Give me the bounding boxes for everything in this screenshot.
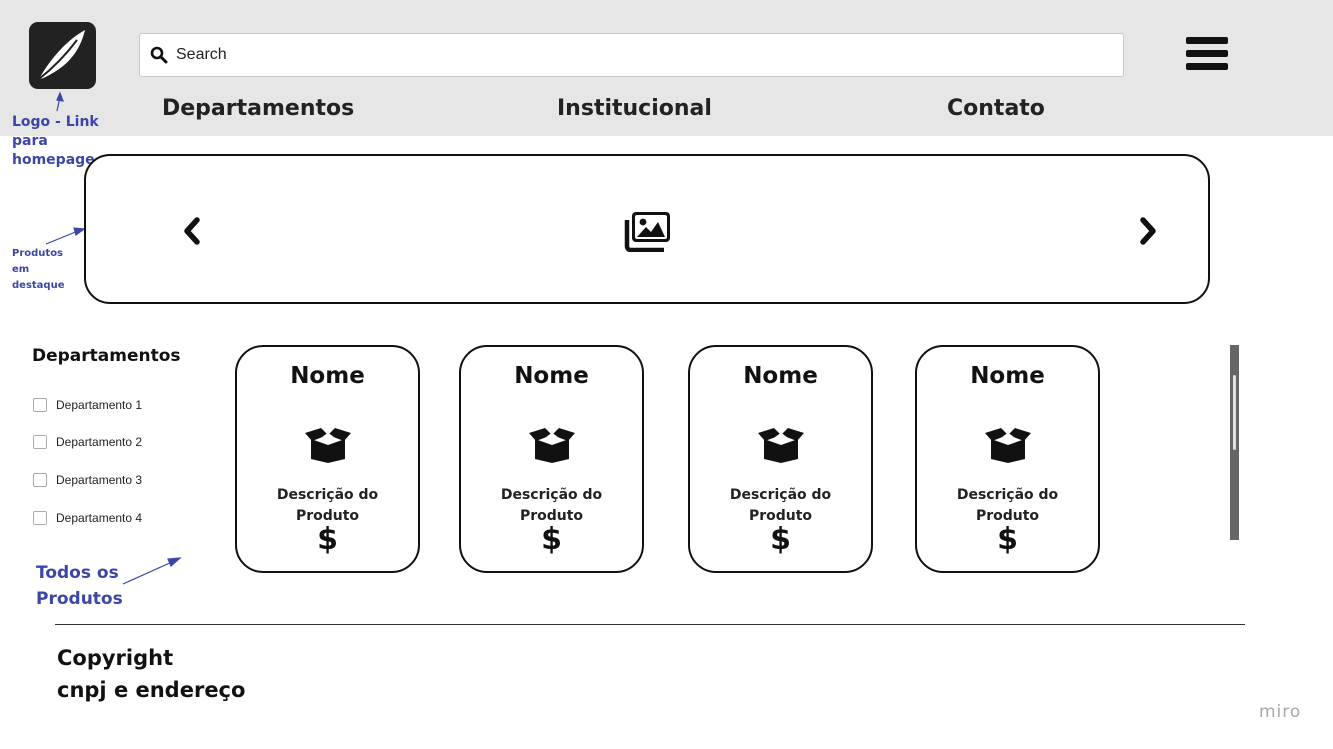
department-label: Departamento 2 xyxy=(56,435,143,449)
search-bar[interactable] xyxy=(139,33,1124,77)
product-name: Nome xyxy=(290,363,365,389)
featured-carousel xyxy=(84,154,1210,304)
annotation-todos-produtos: Todos os Produtos xyxy=(36,563,123,609)
product-name: Nome xyxy=(743,363,818,389)
search-input[interactable] xyxy=(176,34,1076,76)
department-filter-4[interactable]: Departamento 4 xyxy=(33,511,142,525)
department-label: Departamento 1 xyxy=(56,398,143,412)
box-open-icon xyxy=(528,428,575,463)
product-card[interactable]: Nome Descrição do Produto $ xyxy=(459,345,644,573)
menu-button[interactable] xyxy=(1186,37,1228,75)
box-open-icon xyxy=(757,428,804,463)
department-filter-1[interactable]: Departamento 1 xyxy=(33,398,142,412)
product-price: $ xyxy=(317,522,338,557)
department-label: Departamento 4 xyxy=(56,511,143,525)
checkbox[interactable] xyxy=(33,435,47,449)
annotation-logo: Logo - Link para homepage xyxy=(12,114,99,168)
product-scrollbar[interactable] xyxy=(1230,345,1239,540)
product-card[interactable]: Nome Descrição do Produto $ xyxy=(688,345,873,573)
product-price: $ xyxy=(997,522,1018,557)
checkbox[interactable] xyxy=(33,511,47,525)
nav-contato[interactable]: Contato xyxy=(947,96,1045,121)
product-price: $ xyxy=(770,522,791,557)
box-open-icon xyxy=(304,428,351,463)
department-filter-2[interactable]: Departamento 2 xyxy=(33,435,142,449)
department-label: Departamento 3 xyxy=(56,473,143,487)
product-name: Nome xyxy=(514,363,589,389)
chevron-right-icon[interactable] xyxy=(1138,216,1158,246)
product-card[interactable]: Nome Descrição do Produto $ xyxy=(235,345,420,573)
product-description: Descrição do Produto xyxy=(729,487,832,524)
miro-watermark: miro xyxy=(1259,702,1302,722)
box-open-icon xyxy=(984,428,1031,463)
annotation-destaque: Produtos em destaque xyxy=(12,248,65,291)
footer-divider xyxy=(55,624,1245,625)
hamburger-icon xyxy=(1186,37,1228,44)
product-description: Descrição do Produto xyxy=(276,487,379,524)
scrollbar-thumb[interactable] xyxy=(1233,375,1236,450)
product-name: Nome xyxy=(970,363,1045,389)
sidebar-title: Departamentos xyxy=(32,346,181,366)
chevron-left-icon[interactable] xyxy=(182,216,202,246)
footer-text: Copyright cnpj e endereço xyxy=(57,646,246,702)
product-description: Descrição do Produto xyxy=(956,487,1059,524)
images-icon xyxy=(624,212,670,252)
product-card[interactable]: Nome Descrição do Produto $ xyxy=(915,345,1100,573)
checkbox[interactable] xyxy=(33,473,47,487)
product-description: Descrição do Produto xyxy=(500,487,603,524)
product-price: $ xyxy=(541,522,562,557)
nav-institucional[interactable]: Institucional xyxy=(557,96,712,121)
checkbox[interactable] xyxy=(33,398,47,412)
department-filter-3[interactable]: Departamento 3 xyxy=(33,473,142,487)
